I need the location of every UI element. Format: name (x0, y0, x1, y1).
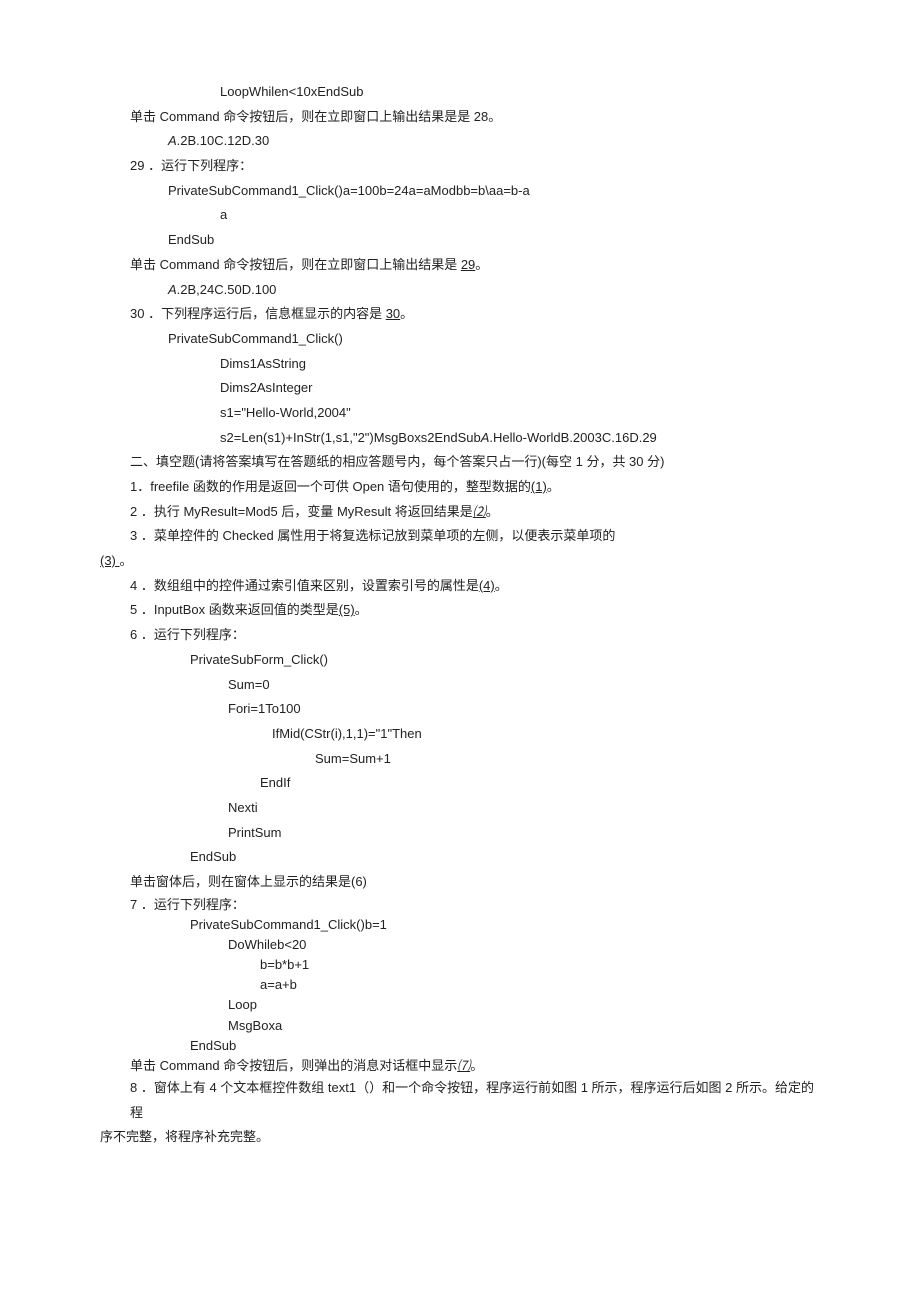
blank: (5) (339, 602, 355, 617)
text: 。 (400, 306, 413, 321)
question-number: 30 ．下列程序运行后，信息框显示的内容是 30。 (100, 302, 820, 327)
question-line: 5 ．InputBox 函数来返回值的类型是(5)。 (100, 598, 820, 623)
paragraph: 单击 Command 命令按钮后，则在立即窗口上输出结果是是 28。 (100, 105, 820, 130)
code-line: a (100, 203, 820, 228)
question-line: 1．freefile 函数的作用是返回一个可供 Open 语句使用的，整型数据的… (100, 475, 820, 500)
blank: (4) (479, 578, 495, 593)
code-line: EndSub (100, 228, 820, 253)
question-line: 4 ．数组组中的控件通过索引值来区别，设置索引号的属性是(4)。 (100, 574, 820, 599)
document-page: LoopWhilen<10xEndSub 单击 Command 命令按钮后，则在… (0, 0, 920, 1303)
text: 1．freefile 函数的作用是返回一个可供 Open 语句使用的，整型数据的 (130, 479, 531, 494)
code-line: EndSub (100, 845, 820, 870)
code-line: s1="Hello-World,2004" (100, 401, 820, 426)
text: 。 (120, 553, 133, 568)
text: 30 ．下列程序运行后，信息框显示的内容是 (130, 306, 386, 321)
text: .2B,24C.50D.100 (177, 282, 277, 297)
code-line: PrivateSubCommand1_Click()b=1 (100, 915, 820, 935)
code-line: PrivateSubCommand1_Click()a=100b=24a=aMo… (100, 179, 820, 204)
code-line: Dims2AsInteger (100, 376, 820, 401)
code-line: IfMid(CStr(i),1,1)="1"Then (100, 722, 820, 747)
question-number: 7 ．运行下列程序： (100, 895, 820, 915)
text: 5 ．InputBox 函数来返回值的类型是 (130, 602, 339, 617)
question-line: 8 ．窗体上有 4 个文本框控件数组 text1（）和一个命令按钮，程序运行前如… (100, 1076, 820, 1125)
paragraph: 单击 Command 命令按钮后，则在立即窗口上输出结果是 29。 (100, 253, 820, 278)
question-line: (3) 。 (100, 549, 820, 574)
question-line: 3 ．菜单控件的 Checked 属性用于将复选标记放到菜单项的左侧，以便表示菜… (100, 524, 820, 549)
text: 。 (475, 257, 488, 272)
code-line: MsgBoxa (100, 1016, 820, 1036)
code-line: s2=Len(s1)+InStr(1,s1,"2")MsgBoxs2EndSub… (100, 426, 820, 451)
blank: 29 (461, 257, 475, 272)
blank: 30 (386, 306, 400, 321)
code-line: EndSub (100, 1036, 820, 1056)
code-line: Nexti (100, 796, 820, 821)
code-line: b=b*b+1 (100, 955, 820, 975)
code-line: Dims1AsString (100, 352, 820, 377)
code-line: DoWhileb<20 (100, 935, 820, 955)
code-line: Sum=0 (100, 673, 820, 698)
code-line: Fori=1To100 (100, 697, 820, 722)
question-number: 6 ．运行下列程序： (100, 623, 820, 648)
section-heading: 二、填空题(请将答案填写在答题纸的相应答题号内，每个答案只占一行)(每空 1 分… (100, 450, 820, 475)
paragraph: 单击窗体后，则在窗体上显示的结果是(6) (100, 870, 820, 895)
blank: (1) (531, 479, 547, 494)
code-line: PrivateSubCommand1_Click() (100, 327, 820, 352)
code-line: Sum=Sum+1 (100, 747, 820, 772)
text: .Hello-WorldB.2003C.16D.29 (489, 430, 656, 445)
text: 。 (547, 479, 560, 494)
text: 单击 Command 命令按钮后，则弹出的消息对话框中显示 (130, 1058, 457, 1073)
text: 。 (355, 602, 368, 617)
option-label: A (168, 282, 177, 297)
text: .2B.10C.12D.30 (177, 133, 270, 148)
code-line: PrintSum (100, 821, 820, 846)
code-line: a=a+b (100, 975, 820, 995)
code-line: PrivateSubForm_Click() (100, 648, 820, 673)
text: 2 ．执行 MyResult=Mod5 后，变量 MyResult 将返回结果是 (130, 504, 473, 519)
paragraph: 单击 Command 命令按钮后，则弹出的消息对话框中显示⑺。 (100, 1056, 820, 1076)
answer-options: A.2B,24C.50D.100 (100, 278, 820, 303)
code-line: LoopWhilen<10xEndSub (100, 80, 820, 105)
question-number: 29 ．运行下列程序： (100, 154, 820, 179)
text: 。 (470, 1058, 483, 1073)
answer-options: A.2B.10C.12D.30 (100, 129, 820, 154)
code-line: EndIf (100, 771, 820, 796)
code-line: Loop (100, 995, 820, 1015)
blank: (3) (100, 553, 120, 568)
text: 。 (486, 504, 499, 519)
blank: ⑺ (457, 1058, 470, 1073)
blank: ⑵ (473, 504, 486, 519)
text: 单击 Command 命令按钮后，则在立即窗口上输出结果是 (130, 257, 461, 272)
text: s2=Len(s1)+InStr(1,s1,"2")MsgBoxs2EndSub (220, 430, 481, 445)
question-line: 序不完整，将程序补充完整。 (100, 1125, 820, 1150)
text: 。 (495, 578, 508, 593)
question-line: 2 ．执行 MyResult=Mod5 后，变量 MyResult 将返回结果是… (100, 500, 820, 525)
option-label: A (168, 133, 177, 148)
text: 4 ．数组组中的控件通过索引值来区别，设置索引号的属性是 (130, 578, 479, 593)
